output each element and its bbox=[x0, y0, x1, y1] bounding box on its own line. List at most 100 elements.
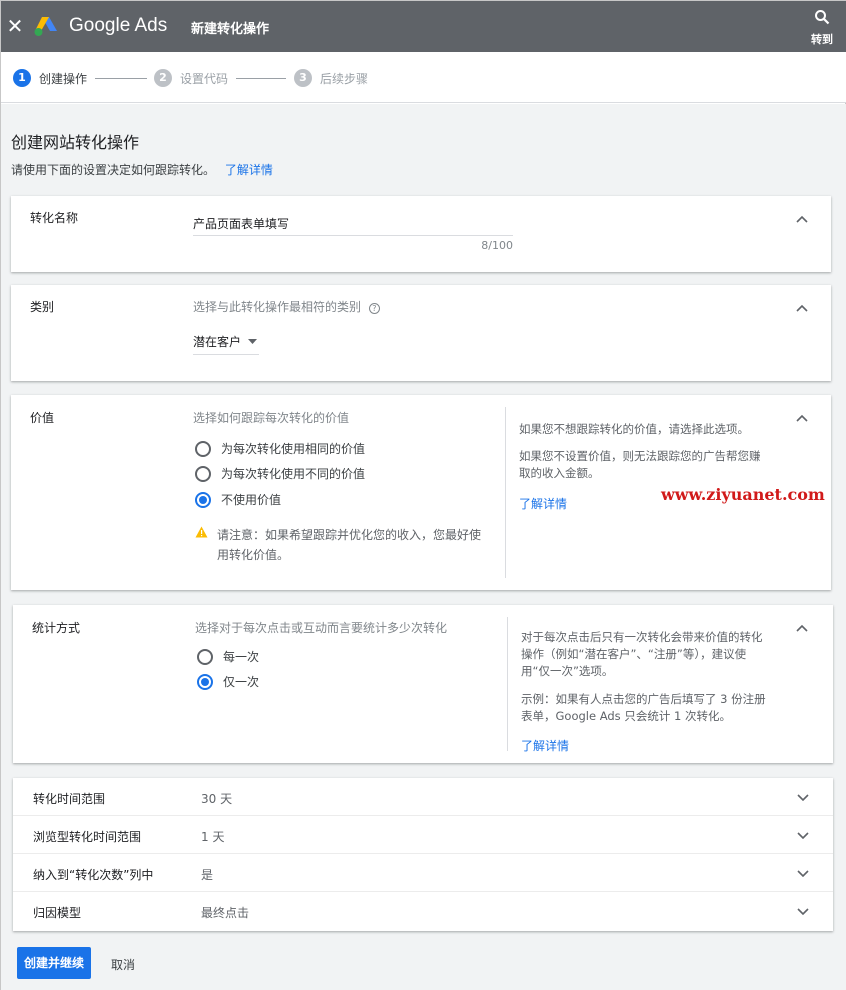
radio-label: 为每次转化使用相同的价值 bbox=[221, 442, 366, 456]
section-divider bbox=[505, 407, 506, 578]
learn-more-link[interactable]: 了解详情 bbox=[225, 163, 273, 177]
step-create[interactable]: 1 创建操作 bbox=[13, 69, 87, 87]
value-label: 价值 bbox=[30, 411, 55, 425]
value-learn-more-link[interactable]: 了解详情 bbox=[519, 495, 567, 512]
radio-same-value[interactable]: 为每次转化使用相同的价值 bbox=[195, 440, 365, 457]
category-hint-text: 选择与此转化操作最相符的类别 bbox=[193, 300, 362, 314]
radio-label: 不使用价值 bbox=[221, 493, 282, 507]
conversion-name-label: 转化名称 bbox=[30, 211, 79, 225]
chevron-down-icon[interactable] bbox=[797, 831, 809, 839]
category-hint: 选择与此转化操作最相符的类别 ? bbox=[193, 298, 380, 315]
setting-row-conversion-window[interactable]: 转化时间范围 30 天 bbox=[13, 778, 833, 816]
warning-icon bbox=[195, 526, 208, 538]
section-divider bbox=[507, 617, 508, 751]
radio-button[interactable] bbox=[195, 440, 211, 457]
step-connector bbox=[236, 78, 286, 79]
chevron-up-icon[interactable] bbox=[795, 623, 809, 633]
category-card: 类别 选择与此转化操作最相符的类别 ? 潜在客户 bbox=[11, 285, 831, 381]
side-note-line: 取的收入金额。 bbox=[519, 466, 600, 480]
setting-label: 转化时间范围 bbox=[33, 792, 106, 806]
cancel-button[interactable]: 取消 bbox=[111, 956, 135, 973]
input-underline bbox=[193, 235, 513, 236]
value-hint: 选择如何跟踪每次转化的价值 bbox=[193, 411, 350, 425]
setting-value: 1 天 bbox=[201, 830, 225, 844]
radio-label: 仅一次 bbox=[223, 675, 260, 689]
chevron-up-icon[interactable] bbox=[795, 413, 809, 423]
chevron-down-icon[interactable] bbox=[797, 869, 809, 877]
count-card: 统计方式 选择对于每次点击或互动而言要统计多少次转化 每一次 仅一次 对于每次点… bbox=[13, 605, 833, 763]
count-learn-more-link[interactable]: 了解详情 bbox=[521, 737, 569, 754]
side-note-line: 表单，Google Ads 只会统计 1 次转化。 bbox=[521, 709, 731, 723]
setting-value: 30 天 bbox=[201, 792, 233, 806]
char-counter: 8/100 bbox=[481, 239, 513, 252]
step-label: 后续步骤 bbox=[320, 71, 369, 86]
warning-line: 用转化价值。 bbox=[217, 548, 290, 562]
setting-label: 归因模型 bbox=[33, 906, 82, 920]
step-code[interactable]: 2 设置代码 bbox=[154, 69, 228, 87]
top-bar: ✕ Google Ads 新建转化操作 转到 bbox=[1, 1, 846, 52]
radio-once[interactable]: 仅一次 bbox=[197, 673, 259, 690]
close-icon[interactable]: ✕ bbox=[6, 15, 24, 37]
side-note-line: 操作（例如“潜在客户”、“注册”等），建议使 bbox=[521, 647, 747, 661]
radio-label: 为每次转化使用不同的价值 bbox=[221, 467, 366, 481]
google-ads-logo bbox=[34, 17, 57, 36]
radio-label: 每一次 bbox=[223, 650, 260, 664]
count-hint: 选择对于每次点击或互动而言要统计多少次转化 bbox=[195, 621, 448, 635]
category-selected-value: 潜在客户 bbox=[193, 335, 242, 349]
radio-button[interactable] bbox=[195, 465, 211, 482]
side-note-line: 用“仅一次”选项。 bbox=[521, 664, 614, 678]
category-label: 类别 bbox=[30, 300, 55, 314]
step-connector bbox=[95, 78, 147, 79]
conversion-name-card: 转化名称 产品页面表单填写 8/100 bbox=[11, 196, 831, 272]
setting-row-include-in-conversions[interactable]: 纳入到“转化次数”列中 是 bbox=[13, 854, 833, 892]
step-label: 创建操作 bbox=[39, 71, 88, 86]
subtitle-text: 请使用下面的设置决定如何跟踪转化。 bbox=[11, 163, 216, 177]
step-next[interactable]: 3 后续步骤 bbox=[294, 69, 368, 87]
page-subtitle: 请使用下面的设置决定如何跟踪转化。 了解详情 bbox=[11, 161, 273, 178]
radio-button-selected[interactable] bbox=[197, 673, 213, 690]
radio-no-value[interactable]: 不使用价值 bbox=[195, 491, 281, 508]
radio-every[interactable]: 每一次 bbox=[197, 648, 259, 665]
step-number: 2 bbox=[154, 69, 172, 87]
chevron-up-icon[interactable] bbox=[795, 214, 809, 224]
radio-different-value[interactable]: 为每次转化使用不同的价值 bbox=[195, 465, 365, 482]
chevron-up-icon[interactable] bbox=[795, 303, 809, 313]
page-header-title: 新建转化操作 bbox=[191, 22, 270, 37]
setting-label: 浏览型转化时间范围 bbox=[33, 830, 142, 844]
warning-line: 请注意：如果希望跟踪并优化您的收入，您最好使 bbox=[217, 528, 482, 542]
count-label: 统计方式 bbox=[32, 621, 81, 635]
value-side-note-1: 如果您不想跟踪转化的价值，请选择此选项。 bbox=[519, 422, 749, 436]
stepper: 1 创建操作 2 设置代码 3 后续步骤 bbox=[1, 52, 846, 103]
setting-row-attribution-model[interactable]: 归因模型 最终点击 bbox=[13, 892, 833, 930]
step-number: 3 bbox=[294, 69, 312, 87]
app-window: ✕ Google Ads 新建转化操作 转到 1 创建操作 2 设置代码 3 后… bbox=[0, 0, 846, 990]
side-note-line: 对于每次点击后只有一次转化会带来价值的转化 bbox=[521, 630, 763, 644]
page-title: 创建网站转化操作 bbox=[11, 133, 140, 152]
conversion-name-input[interactable]: 产品页面表单填写 bbox=[193, 215, 289, 232]
count-side-note-2: 示例：如果有人点击您的广告后填写了 3 份注册 表单，Google Ads 只会… bbox=[521, 691, 796, 725]
watermark: www.ziyuanet.com bbox=[661, 485, 825, 504]
help-icon[interactable]: ? bbox=[368, 303, 380, 314]
step-number: 1 bbox=[13, 69, 31, 87]
value-side-note-2: 如果您不设置价值，则无法跟踪您的广告帮您赚 取的收入金额。 bbox=[519, 448, 789, 482]
category-select[interactable]: 潜在客户 bbox=[193, 333, 259, 355]
radio-button[interactable] bbox=[197, 648, 213, 665]
chevron-down-icon[interactable] bbox=[797, 907, 809, 915]
setting-value: 是 bbox=[201, 868, 214, 882]
count-side-note-1: 对于每次点击后只有一次转化会带来价值的转化 操作（例如“潜在客户”、“注册”等）… bbox=[521, 629, 796, 680]
setting-value: 最终点击 bbox=[201, 906, 250, 920]
radio-button-selected[interactable] bbox=[195, 491, 211, 508]
create-and-continue-button[interactable]: 创建并继续 bbox=[17, 947, 91, 979]
side-note-line: 如果您不设置价值，则无法跟踪您的广告帮您赚 bbox=[519, 449, 761, 463]
setting-row-view-through-window[interactable]: 浏览型转化时间范围 1 天 bbox=[13, 816, 833, 854]
goto-label: 转到 bbox=[811, 33, 833, 46]
goto-button[interactable]: 转到 bbox=[807, 7, 837, 47]
dropdown-arrow-icon bbox=[248, 339, 257, 344]
value-warning-text: 请注意：如果希望跟踪并优化您的收入，您最好使 用转化价值。 bbox=[217, 527, 507, 564]
step-label: 设置代码 bbox=[180, 71, 229, 86]
side-note-line: 示例：如果有人点击您的广告后填写了 3 份注册 bbox=[521, 692, 766, 706]
chevron-down-icon[interactable] bbox=[797, 793, 809, 801]
setting-label: 纳入到“转化次数”列中 bbox=[33, 868, 154, 882]
brand-name: Google Ads bbox=[69, 15, 168, 36]
search-icon bbox=[815, 10, 830, 25]
